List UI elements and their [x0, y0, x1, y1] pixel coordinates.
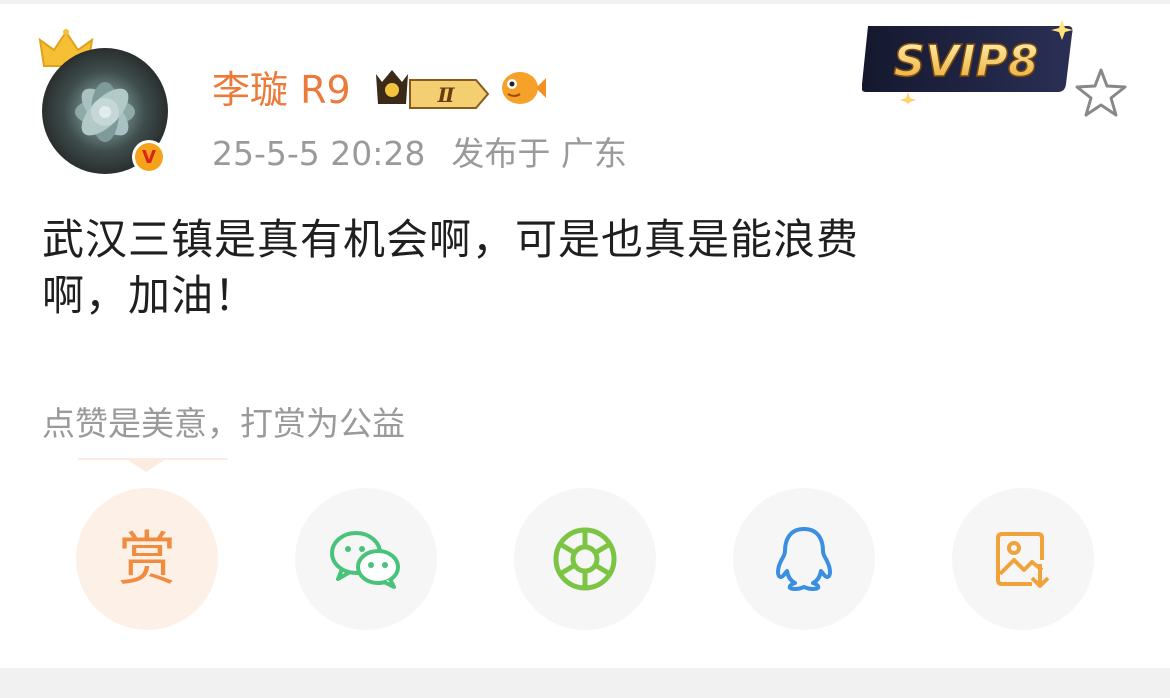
moments-share-button[interactable] — [514, 488, 656, 630]
qq-icon — [776, 527, 832, 591]
post-location: 发布于 广东 — [451, 134, 627, 173]
bottom-band — [0, 668, 1170, 698]
svip-badge[interactable]: SVIP8 — [862, 14, 1076, 104]
svip-text: SVIP8 — [894, 36, 1039, 87]
save-image-icon — [996, 532, 1050, 588]
wechat-icon — [330, 531, 400, 589]
reward-button[interactable]: 赏 — [76, 488, 218, 630]
pointer-triangle — [128, 460, 164, 472]
qq-share-button[interactable] — [733, 488, 875, 630]
post-line-2: 啊，加油！ — [42, 271, 258, 320]
fish-icon — [502, 72, 546, 104]
avatar-block[interactable]: V — [36, 28, 176, 178]
save-image-button[interactable] — [952, 488, 1094, 630]
username[interactable]: 李璇 R9 — [212, 64, 351, 116]
post-meta: 25-5-5 20:28 发布于 广东 — [212, 132, 627, 176]
verified-v-icon: V — [135, 143, 163, 171]
moments-icon — [553, 527, 617, 591]
verified-badge: V — [132, 140, 166, 174]
level-badge-text: Ⅱ — [437, 83, 456, 107]
top-divider — [0, 0, 1170, 4]
post-content: 武汉三镇是真有机会啊，可是也真是能浪费 啊，加油！ — [42, 212, 1062, 324]
reward-icon: 赏 — [117, 525, 176, 593]
wechat-share-button[interactable] — [295, 488, 437, 630]
star-favorite-icon[interactable] — [1073, 66, 1129, 118]
reward-tip-text: 点赞是美意，打赏为公益 — [42, 404, 405, 443]
post-timestamp: 25-5-5 20:28 — [212, 134, 426, 173]
post-line-1: 武汉三镇是真有机会啊，可是也真是能浪费 — [42, 215, 860, 264]
level-badge-icon: Ⅱ — [376, 70, 490, 109]
